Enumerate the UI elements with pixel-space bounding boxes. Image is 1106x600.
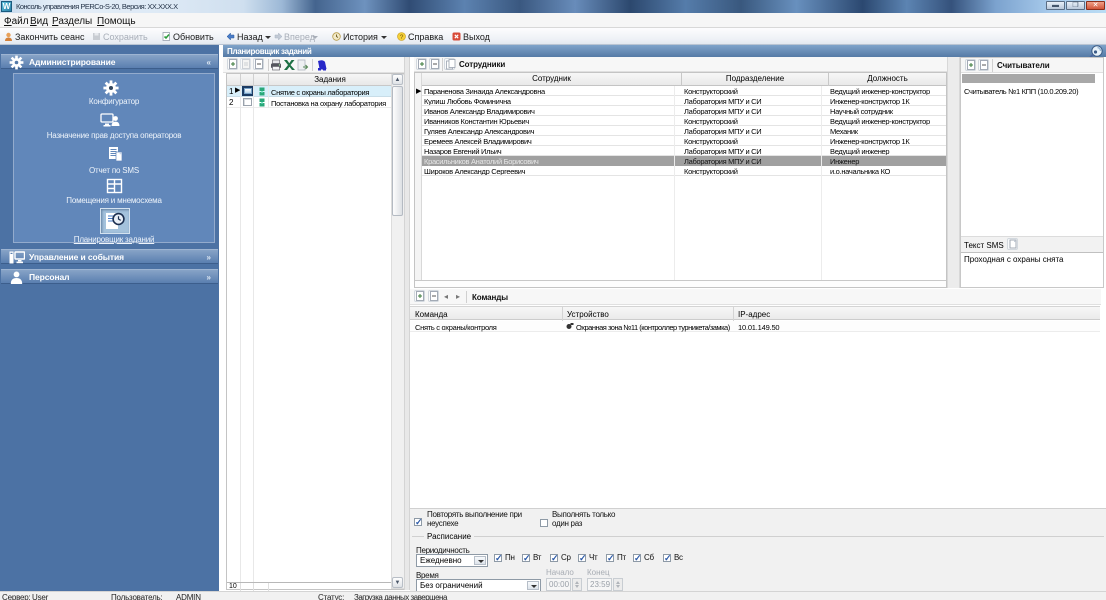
svg-text:?: ?: [400, 34, 404, 41]
